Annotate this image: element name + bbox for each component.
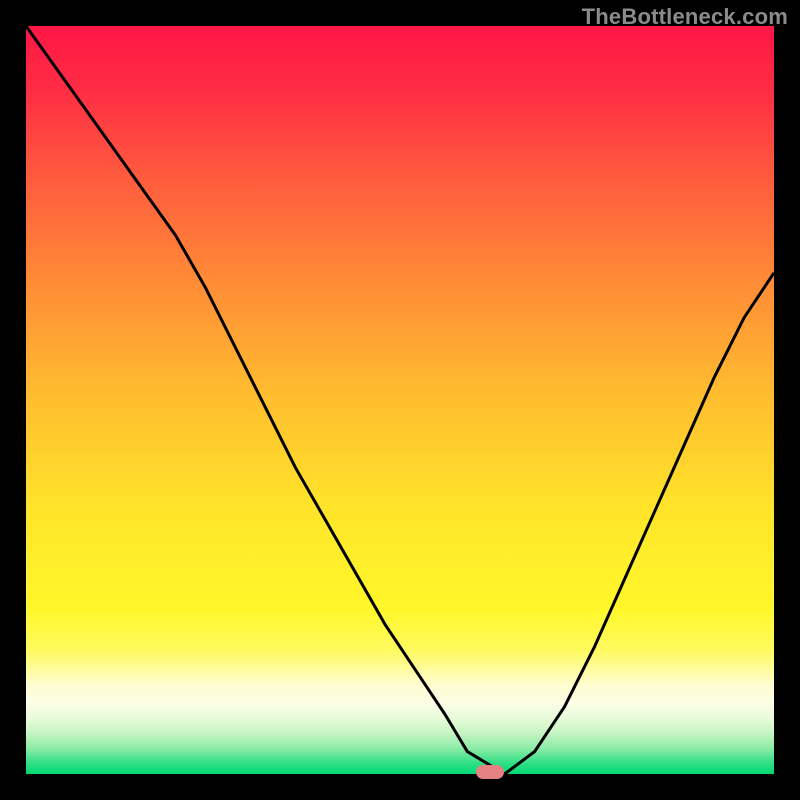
optimal-point-marker — [476, 765, 504, 779]
chart-frame: TheBottleneck.com — [0, 0, 800, 800]
gradient-background — [26, 26, 774, 774]
bottleneck-chart — [26, 26, 774, 774]
watermark-label: TheBottleneck.com — [582, 4, 788, 30]
